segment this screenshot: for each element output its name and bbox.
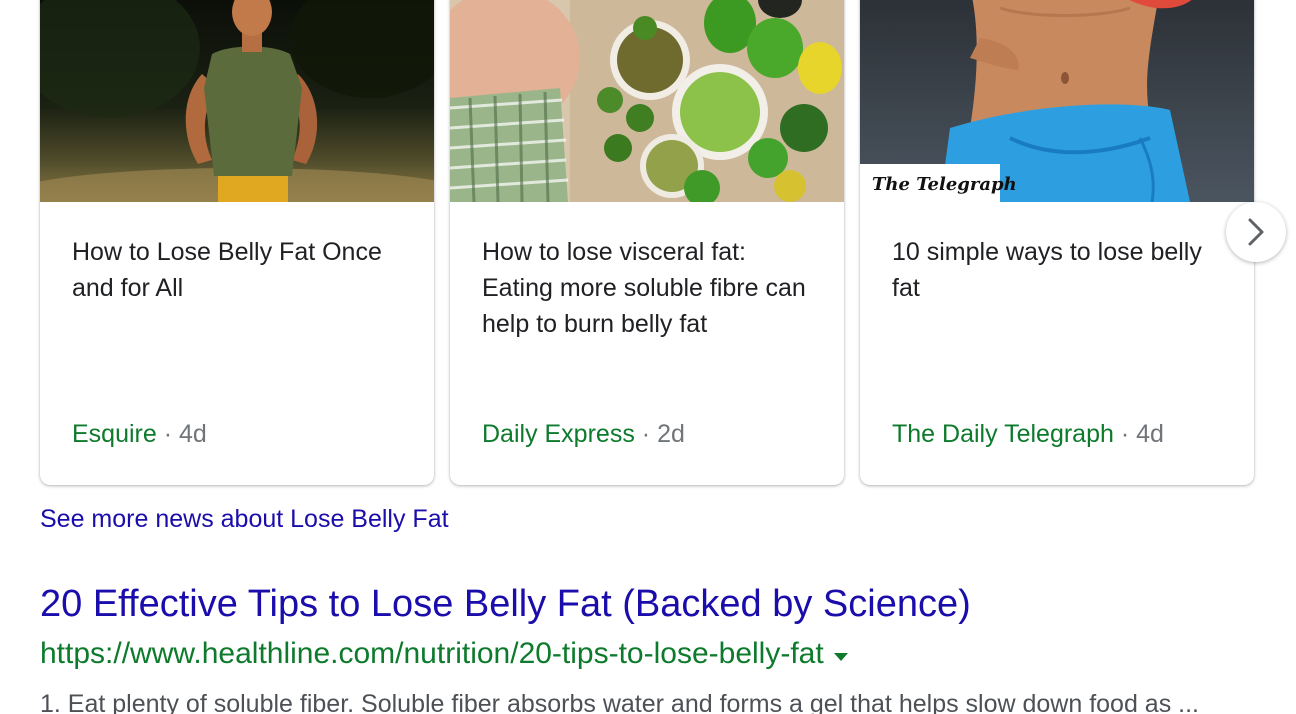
result-url-row: https://www.healthline.com/nutrition/20-…	[40, 635, 848, 673]
telegraph-badge: The Telegraph	[872, 174, 1017, 195]
caret-down-icon[interactable]	[833, 653, 848, 661]
news-card-title[interactable]: How to lose visceral fat: Eating more so…	[482, 234, 812, 342]
news-card-thumbnail	[450, 0, 844, 202]
news-card-age: 4d	[1136, 420, 1164, 448]
news-card-meta: Esquire · 4d	[72, 419, 207, 449]
news-card-meta: The Daily Telegraph · 4d	[892, 419, 1164, 449]
news-card-separator: ·	[163, 420, 173, 448]
news-card-source: Daily Express	[482, 420, 635, 448]
news-card-telegraph[interactable]: The Telegraph 10 simple ways to lose bel…	[860, 0, 1254, 485]
news-card-age: 2d	[657, 420, 685, 448]
news-card-title[interactable]: How to Lose Belly Fat Once and for All	[72, 234, 402, 306]
chevron-right-icon	[1248, 218, 1264, 246]
news-card-meta: Daily Express · 2d	[482, 419, 685, 449]
news-card-source: The Daily Telegraph	[892, 420, 1114, 448]
runner-photo-icon	[40, 0, 434, 202]
news-card-separator: ·	[1120, 420, 1130, 448]
waist-photo-icon: The Telegraph	[860, 0, 1254, 202]
search-results-page: How to Lose Belly Fat Once and for All E…	[0, 0, 1296, 714]
news-card-esquire[interactable]: How to Lose Belly Fat Once and for All E…	[40, 0, 434, 485]
result-url[interactable]: https://www.healthline.com/nutrition/20-…	[40, 635, 824, 673]
result-title-link[interactable]: 20 Effective Tips to Lose Belly Fat (Bac…	[40, 581, 971, 627]
news-card-age: 4d	[179, 420, 207, 448]
result-snippet: 1. Eat plenty of soluble fiber. Soluble …	[40, 690, 1199, 714]
carousel-next-button[interactable]	[1226, 202, 1286, 262]
vegetables-belly-photo-icon	[450, 0, 844, 202]
news-card-source: Esquire	[72, 420, 157, 448]
news-card-thumbnail: The Telegraph	[860, 0, 1254, 202]
see-more-news-link[interactable]: See more news about Lose Belly Fat	[40, 503, 449, 535]
news-card-thumbnail	[40, 0, 434, 202]
news-card-separator: ·	[641, 420, 651, 448]
news-card-title[interactable]: 10 simple ways to lose belly fat	[892, 234, 1222, 306]
news-card-daily-express[interactable]: How to lose visceral fat: Eating more so…	[450, 0, 844, 485]
